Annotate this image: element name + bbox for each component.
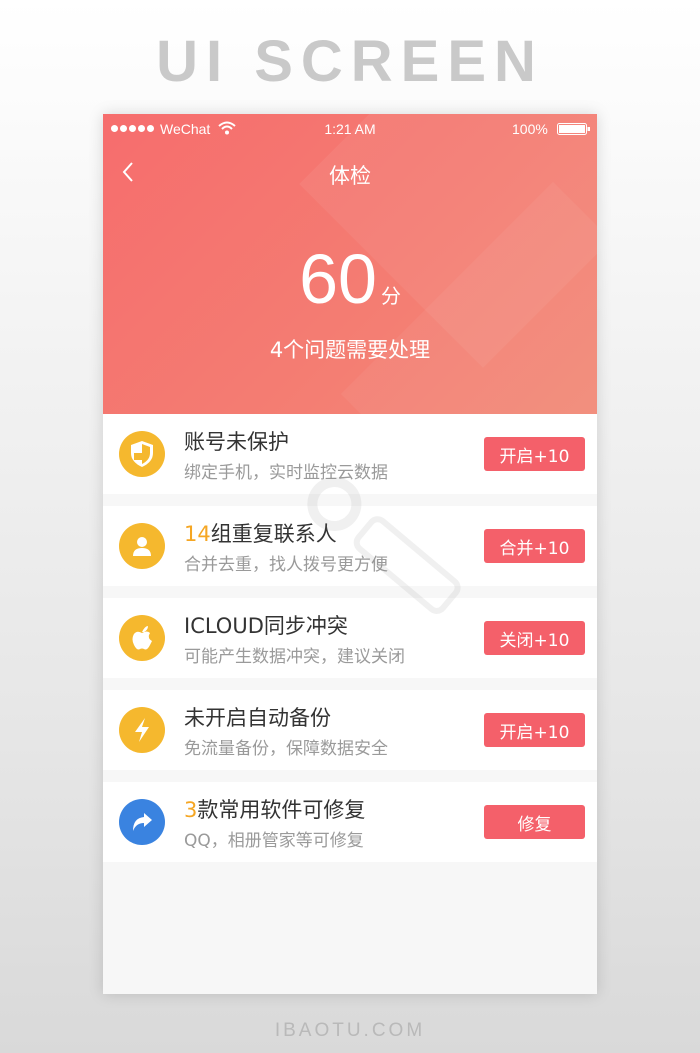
merge-contacts-button[interactable]: 合并+10 [484, 529, 585, 563]
page-title: 体检 [329, 164, 371, 188]
enable-backup-button[interactable]: 开启+10 [484, 713, 585, 747]
list-item: 3款常用软件可修复 QQ，相册管家等可修复 修复 [103, 782, 597, 862]
phone-screen: WeChat 1:21 AM 100% 体检 60 分 4个问题需要处理 账号未… [103, 114, 597, 994]
enable-protection-button[interactable]: 开启+10 [484, 437, 585, 471]
person-icon [119, 523, 165, 569]
shield-icon [119, 431, 165, 477]
item-subtitle: 合并去重，找人拨号更方便 [184, 555, 388, 575]
nav-bar: 体检 [103, 150, 597, 194]
status-bar: WeChat 1:21 AM 100% [103, 114, 597, 144]
list-item: 未开启自动备份 免流量备份，保障数据安全 开启+10 [103, 690, 597, 770]
score-value: 60 [299, 240, 377, 318]
battery-icon [557, 123, 590, 135]
list-item: ICLOUD同步冲突 可能产生数据冲突，建议关闭 关闭+10 [103, 598, 597, 678]
item-subtitle: 可能产生数据冲突，建议关闭 [184, 647, 405, 667]
repair-button[interactable]: 修复 [484, 805, 585, 839]
item-subtitle: QQ，相册管家等可修复 [184, 831, 364, 851]
item-subtitle: 绑定手机，实时监控云数据 [184, 463, 388, 483]
page-banner-title: UI SCREEN [156, 29, 544, 94]
score-unit: 分 [380, 284, 401, 308]
issue-list: 账号未保护 绑定手机，实时监控云数据 开启+10 14组重复联系人 合并去重，找… [103, 414, 597, 874]
score-display: 60 分 [103, 244, 597, 314]
item-title: 14组重复联系人 [184, 522, 337, 546]
battery-percent: 100% [512, 121, 548, 137]
share-arrow-icon [119, 799, 165, 845]
apple-icon [119, 615, 165, 661]
disable-sync-button[interactable]: 关闭+10 [484, 621, 585, 655]
item-title: ICLOUD同步冲突 [184, 614, 348, 638]
item-title: 3款常用软件可修复 [184, 798, 366, 822]
lightning-icon [119, 707, 165, 753]
item-subtitle: 免流量备份，保障数据安全 [184, 739, 388, 759]
site-footer: IBAOTU.COM [274, 1020, 426, 1041]
item-title: 账号未保护 [184, 430, 289, 454]
list-item: 14组重复联系人 合并去重，找人拨号更方便 合并+10 [103, 506, 597, 586]
header: WeChat 1:21 AM 100% 体检 60 分 4个问题需要处理 [103, 114, 597, 414]
item-title: 未开启自动备份 [184, 706, 331, 730]
list-item: 账号未保护 绑定手机，实时监控云数据 开启+10 [103, 414, 597, 494]
issues-summary: 4个问题需要处理 [269, 338, 431, 362]
